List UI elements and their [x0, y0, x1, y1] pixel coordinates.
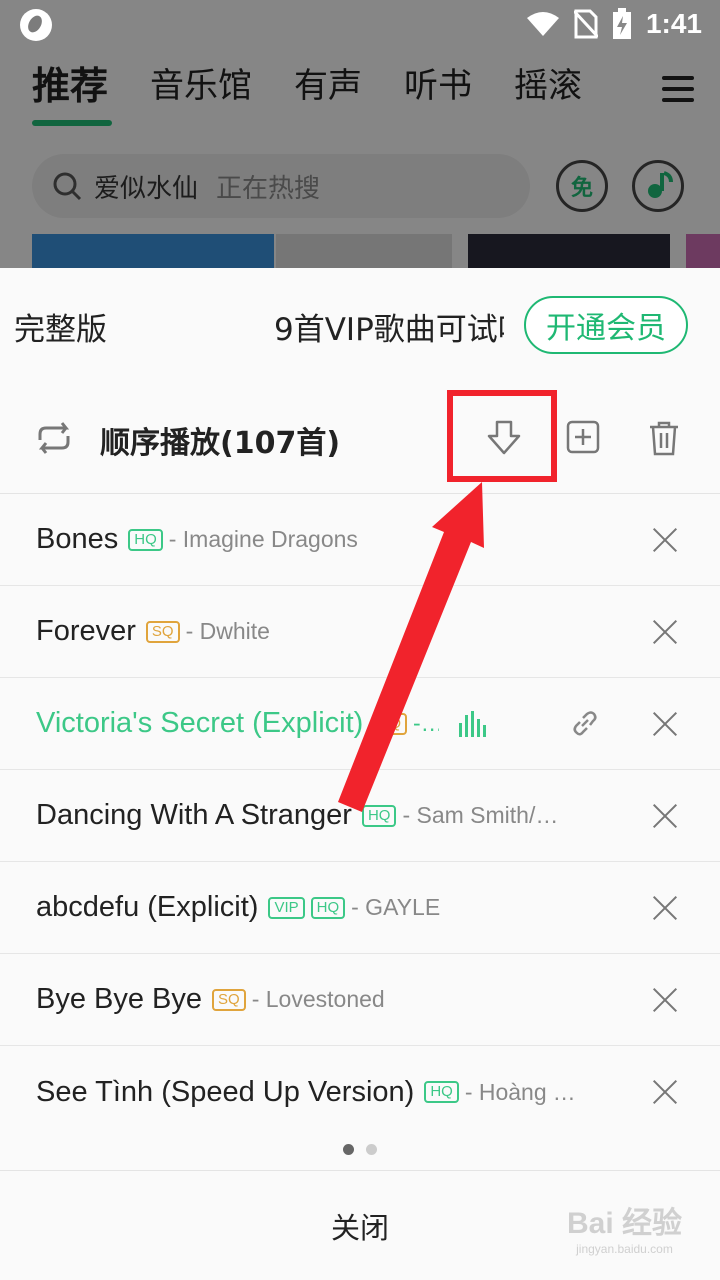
clock: 1:41	[645, 8, 702, 39]
quality-tag: HQ	[310, 896, 346, 919]
song-row[interactable]: Bye Bye Bye SQ - Lovestoned	[0, 954, 720, 1046]
remove-song-icon[interactable]	[652, 803, 678, 829]
song-title: See Tình (Speed Up Version)	[36, 1075, 415, 1108]
vip-tag: VIP	[268, 896, 305, 919]
song-title: Victoria's Secret (Explicit)	[36, 707, 364, 739]
playlist-controls: 顺序播放(107首)	[0, 384, 720, 494]
song-title: abcdefu (Explicit)	[36, 891, 259, 923]
battery-charging-icon	[612, 8, 631, 39]
song-row-playing[interactable]: Victoria's Secret (Explicit) SQ - Jax	[0, 678, 720, 770]
open-vip-button[interactable]: 开通会员	[524, 296, 688, 354]
status-bar: 1:41	[0, 0, 720, 50]
play-mode-title: 顺序播放(107首)	[100, 426, 341, 461]
song-artist: - GAYLE	[351, 894, 441, 920]
quality-tag: SQ	[373, 712, 407, 735]
playlist-sheet: 完整版 9首VIP歌曲可试听 开通会员 顺序播放(107首) Bones HQ …	[0, 268, 720, 1280]
song-list: Bones HQ - Imagine Dragons Forever SQ - …	[0, 494, 720, 1138]
remove-song-icon[interactable]	[652, 987, 678, 1013]
wifi-icon	[526, 12, 559, 36]
quality-tag: SQ	[212, 988, 246, 1011]
song-title: Bones	[36, 523, 119, 555]
link-icon[interactable]	[570, 708, 600, 738]
baidu-watermark: Bai 经验 jingyan.baidu.com	[567, 1198, 682, 1256]
annotation-highlight-box	[447, 390, 557, 482]
vip-promo-text: 9首VIP歌曲可试听	[274, 312, 504, 348]
song-artist: - Dwhite	[185, 618, 270, 644]
remove-song-icon[interactable]	[652, 895, 678, 921]
page-indicator	[0, 1144, 720, 1155]
remove-song-icon[interactable]	[652, 1079, 678, 1105]
quality-tag: HQ	[361, 804, 397, 827]
song-title: Dancing With A Stranger	[36, 799, 352, 831]
vip-promo-left-text: 完整版	[14, 312, 107, 348]
no-sim-icon	[573, 9, 598, 39]
song-row[interactable]: See Tình (Speed Up Version) HQ - Hoàng T…	[0, 1046, 720, 1138]
trash-icon[interactable]	[648, 420, 680, 456]
song-row[interactable]: Forever SQ - Dwhite	[0, 586, 720, 678]
remove-song-icon[interactable]	[652, 527, 678, 553]
vip-promo-bar: 完整版 9首VIP歌曲可试听 开通会员	[0, 268, 720, 384]
song-title: Forever	[36, 615, 136, 647]
song-row[interactable]: abcdefu (Explicit) VIP HQ - GAYLE	[0, 862, 720, 954]
add-to-playlist-icon[interactable]	[566, 420, 600, 454]
now-playing-equalizer-icon	[459, 710, 486, 737]
quality-tag: HQ	[424, 1081, 459, 1103]
page-dot-active	[343, 1144, 354, 1155]
remove-song-icon[interactable]	[652, 619, 678, 645]
song-artist: - Lovestoned	[251, 986, 385, 1012]
song-artist: - Imagine Dragons	[168, 526, 358, 552]
watermark-sub: jingyan.baidu.com	[576, 1242, 673, 1256]
quality-tag: HQ	[128, 528, 163, 551]
song-title: Bye Bye Bye	[36, 983, 203, 1015]
page-dot	[366, 1144, 377, 1155]
song-row[interactable]: Dancing With A Stranger HQ - Sam Smith/N…	[0, 770, 720, 862]
app-notification-icon	[20, 9, 52, 41]
sequential-play-icon[interactable]	[32, 420, 76, 456]
song-artist: - Jax	[413, 710, 439, 736]
song-artist: - Sam Smith/Normani	[402, 802, 573, 828]
song-row[interactable]: Bones HQ - Imagine Dragons	[0, 494, 720, 586]
watermark-main: Bai 经验	[566, 1207, 682, 1240]
remove-song-icon[interactable]	[652, 711, 678, 737]
quality-tag: SQ	[145, 620, 180, 643]
song-artist: - Hoàng Thùy Linh	[464, 1078, 585, 1105]
